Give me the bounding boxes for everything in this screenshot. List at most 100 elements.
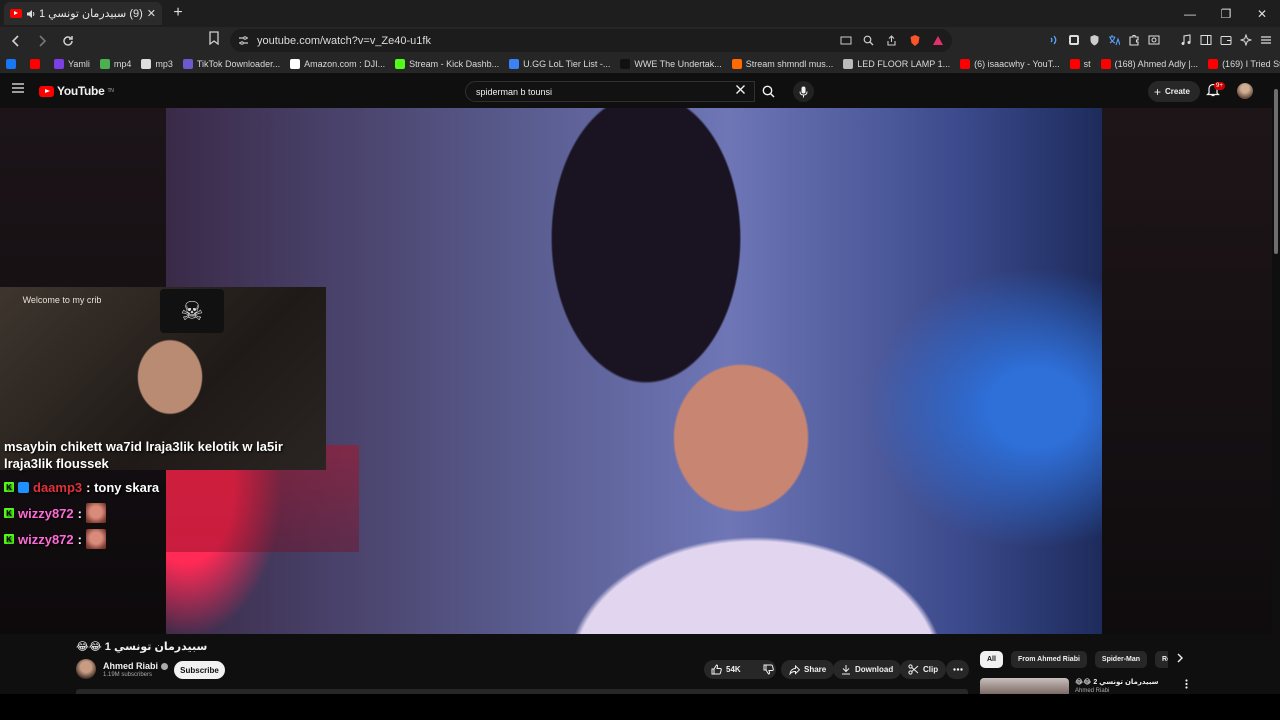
chip-from-channel[interactable]: From Ahmed Riabi [1010, 651, 1087, 668]
close-window-button[interactable]: ✕ [1244, 0, 1280, 27]
bookmark-label: Stream - Kick Dashb... [409, 58, 500, 69]
clip-button[interactable]: Clip [900, 660, 947, 679]
sidebar-icon[interactable] [1198, 31, 1214, 49]
bookmark-item[interactable] [30, 58, 44, 69]
site-settings-icon[interactable] [238, 35, 249, 46]
bookmark-item[interactable]: (6) isaacwhy - YouT... [960, 58, 1060, 69]
subscribe-button[interactable]: Subscribe [174, 661, 225, 679]
chat-messages: Kdaamp3: tony skara Kwizzy872: Kwizzy872: [0, 476, 360, 550]
back-icon[interactable] [6, 31, 26, 51]
chat-message-first: msaybin chikett wa7id lrajа3lik kelotik … [4, 439, 283, 471]
download-label: Download [855, 665, 894, 674]
notification-count-badge: 9+ [1214, 82, 1225, 90]
chat-username: wizzy872 [18, 505, 74, 521]
translate-icon[interactable] [1106, 31, 1122, 49]
youtube-logo[interactable]: YouTube TN [39, 84, 114, 98]
more-actions-button[interactable] [946, 660, 969, 679]
video-blur-right [1102, 108, 1272, 634]
clear-search-icon[interactable] [735, 84, 746, 95]
share-page-icon[interactable] [883, 32, 900, 49]
bookmark-item[interactable]: Amazon.com : DJI... [290, 58, 385, 69]
create-label: Create [1165, 87, 1190, 96]
video-player[interactable]: Welcome to my crib ☠ msaybin chikett wa7… [0, 108, 1272, 634]
bookmark-item[interactable]: mp4 [99, 58, 132, 69]
restore-button[interactable]: ❐ [1208, 0, 1244, 27]
bookmark-favicon-icon [6, 58, 16, 69]
related-filter-chips: All From Ahmed Riabi Spider-Man Related [980, 651, 1168, 668]
chat-username: daamp3 [33, 479, 83, 495]
bookmark-item[interactable]: LED FLOOR LAMP 1... [843, 58, 950, 69]
download-button[interactable]: Download [833, 660, 902, 679]
chip-related[interactable]: Related [1155, 651, 1168, 668]
bookmark-favicon-icon [182, 58, 193, 69]
bookmark-item[interactable]: (168) Ahmed Adly |... [1100, 58, 1198, 69]
chip-all[interactable]: All [980, 651, 1003, 668]
cast-icon[interactable] [837, 32, 854, 49]
share-label: Share [804, 665, 827, 674]
search-input[interactable]: spiderman b tounsi [465, 81, 755, 102]
chat-message: Kwizzy872: [0, 528, 360, 550]
dislike-button[interactable] [756, 660, 781, 679]
scrollbar-thumb[interactable] [1274, 89, 1278, 254]
search-icon[interactable] [755, 81, 782, 102]
bookmark-item[interactable]: (169) I Tried Streami... [1208, 58, 1280, 69]
speaker-icon[interactable] [26, 9, 36, 19]
bookmark-icon[interactable] [208, 31, 220, 45]
brave-shield-icon[interactable] [906, 32, 923, 49]
shield-icon[interactable] [1086, 31, 1102, 49]
channel-name-link[interactable]: Ahmed Riabi [103, 661, 169, 671]
bookmark-label: mp4 [113, 58, 132, 69]
extensions-puzzle-icon[interactable] [1126, 31, 1142, 49]
extension-box-icon[interactable] [1066, 31, 1082, 49]
bookmark-item[interactable] [6, 58, 20, 69]
zoom-icon[interactable] [860, 32, 877, 49]
chip-spider-man[interactable]: Spider-Man [1094, 651, 1148, 668]
bookmark-item[interactable]: Stream - Kick Dashb... [395, 58, 500, 69]
bookmark-item[interactable]: Yamli [54, 58, 90, 69]
new-tab-button[interactable]: + [170, 4, 186, 22]
share-button[interactable]: Share [781, 660, 835, 679]
account-avatar[interactable] [1237, 83, 1253, 99]
like-button[interactable]: 54K [704, 660, 748, 679]
chat-text: : [77, 505, 82, 521]
more-vertical-icon[interactable] [1185, 679, 1188, 689]
recommended-thumbnail[interactable] [980, 678, 1069, 694]
video-title: سبيدرمان تونسي 1 😂😂 [76, 641, 208, 653]
audio-wave-icon[interactable] [1046, 31, 1062, 49]
like-dislike-group: 54K [704, 660, 776, 679]
bookmark-item[interactable]: st [1069, 58, 1091, 69]
bookmark-item[interactable]: mp3 [141, 58, 173, 69]
channel-avatar[interactable] [76, 659, 96, 679]
wallet-icon[interactable] [1218, 31, 1234, 49]
bookmark-item[interactable]: TikTok Downloader... [182, 58, 280, 69]
create-button[interactable]: + Create [1148, 81, 1200, 102]
os-taskbar [0, 694, 1280, 720]
browser-tab[interactable]: (9) سبيدرمان تونسي 1 😂😂 ✕ [4, 2, 162, 25]
recommended-title[interactable]: سبيدرمان تونسي 2 😂😂 [1075, 678, 1159, 686]
browser-menu-icon[interactable] [1258, 31, 1274, 49]
menu-icon[interactable] [12, 83, 24, 93]
minimize-button[interactable]: — [1172, 0, 1208, 27]
bookmark-favicon-icon [54, 58, 64, 69]
address-bar[interactable]: youtube.com/watch?v=v_Ze40-u1fk [230, 29, 952, 52]
forward-icon[interactable] [32, 31, 52, 51]
chat-emote-icon [86, 503, 106, 523]
close-tab-icon[interactable]: ✕ [147, 7, 156, 20]
bookmark-favicon-icon [509, 58, 520, 69]
capture-icon[interactable] [1146, 31, 1162, 49]
page-scrollbar[interactable] [1272, 73, 1280, 694]
chat-message: Kwizzy872: [0, 502, 360, 524]
bookmark-item[interactable]: Stream shmndl mus... [731, 58, 833, 69]
bookmark-favicon-icon [141, 58, 152, 69]
reload-icon[interactable] [58, 31, 78, 51]
bookmark-item[interactable]: U.GG LoL Tier List -... [509, 58, 610, 69]
microphone-icon[interactable] [793, 81, 814, 102]
leo-ai-icon[interactable] [1238, 31, 1254, 49]
bookmark-item[interactable]: WWE The Undertak... [620, 58, 722, 69]
share-arrow-icon [789, 664, 800, 675]
brave-rewards-icon[interactable] [929, 32, 946, 49]
music-icon[interactable] [1178, 31, 1194, 49]
like-count: 54K [726, 665, 741, 674]
chevron-right-icon[interactable] [1176, 653, 1184, 663]
download-icon [841, 664, 851, 675]
